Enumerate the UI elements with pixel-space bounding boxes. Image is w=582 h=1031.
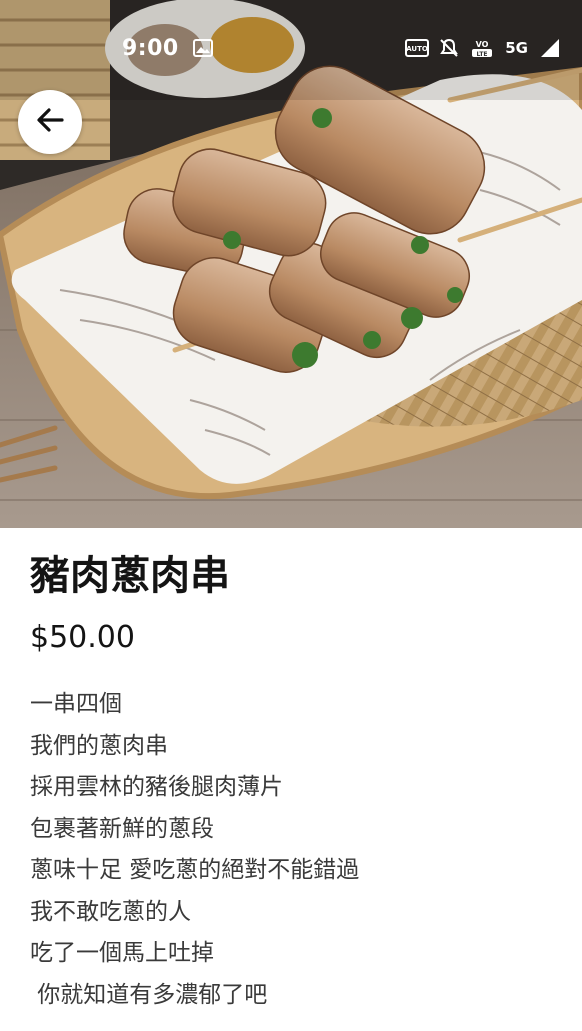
mute-icon	[439, 38, 459, 58]
network-type: 5G	[505, 39, 528, 57]
back-button[interactable]	[18, 90, 82, 154]
status-time: 9:00	[122, 35, 179, 61]
status-bar: 9:00 AUTO VO LTE 5G	[0, 0, 582, 96]
auto-brightness-icon: AUTO	[405, 38, 430, 58]
description-line: 吃了一個馬上吐掉	[30, 940, 214, 966]
product-price: $50.00	[30, 620, 135, 655]
arrow-left-icon	[35, 105, 65, 139]
product-title: 豬肉蔥肉串	[30, 553, 230, 599]
svg-text:LTE: LTE	[477, 51, 488, 58]
product-details: 豬肉蔥肉串 $50.00 一串四個 我們的蔥肉串 採用雲林的豬後腿肉薄片 包裹著…	[30, 548, 562, 1016]
description-line: 包裹著新鮮的蔥段	[30, 815, 214, 842]
description-line: 我們的蔥肉串	[30, 732, 168, 759]
description-line: 你就知道有多濃郁了吧	[30, 981, 268, 1008]
description-line: 採用雲林的豬後腿肉薄片	[30, 774, 283, 800]
signal-icon	[538, 38, 560, 58]
image-icon	[192, 39, 213, 57]
svg-text:AUTO: AUTO	[406, 45, 428, 53]
description-line: 蔥味十足 愛吃蔥的絕對不能錯過	[30, 857, 360, 883]
svg-text:VO: VO	[476, 40, 489, 49]
description-line: 我不敢吃蔥的人	[30, 898, 191, 925]
product-description: 一串四個 我們的蔥肉串 採用雲林的豬後腿肉薄片 包裹著新鮮的蔥段 蔥味十足 愛吃…	[30, 684, 562, 1016]
description-line: 一串四個	[30, 691, 122, 717]
volte-icon: VO LTE	[469, 38, 495, 58]
